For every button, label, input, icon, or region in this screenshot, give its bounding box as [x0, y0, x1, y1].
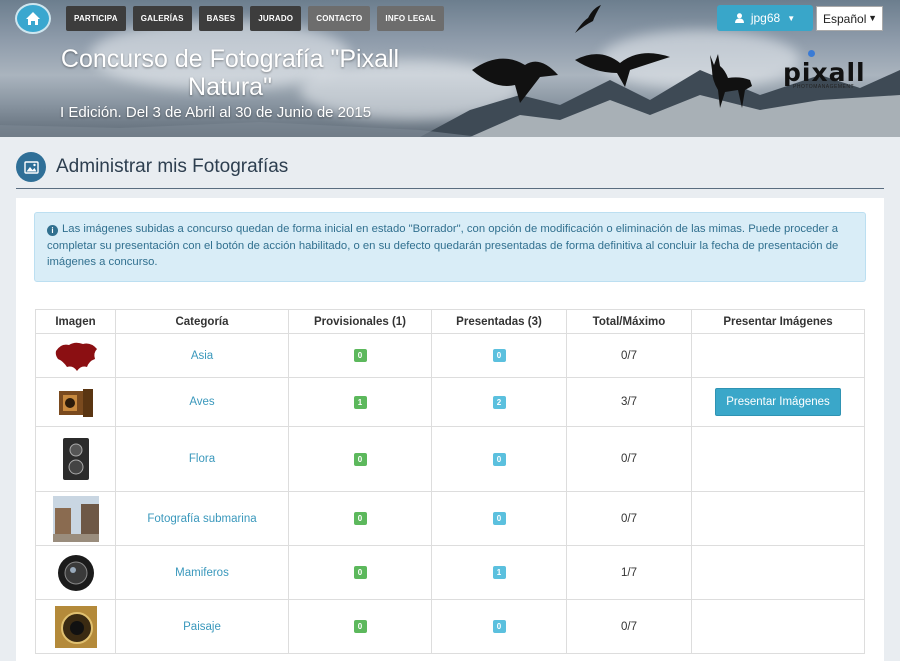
bird-silhouette-icon — [575, 53, 670, 87]
table-row: Flora 0 0 0/7 — [35, 426, 865, 492]
table-row: Fotografía submarina 0 0 0/7 — [35, 491, 865, 546]
action-cell — [691, 426, 865, 492]
page-title: Concurso de Fotografía "Pixall Natura" — [60, 45, 400, 101]
total-cell: 0/7 — [566, 333, 692, 378]
presented-badge: 0 — [492, 349, 506, 362]
category-link[interactable]: Fotografía submarina — [147, 513, 256, 525]
table-row: Aves 1 2 3/7 Presentar Imágenes — [35, 377, 865, 427]
brass-lens-thumbnail[interactable] — [53, 604, 99, 650]
table-header-row: Imagen Categoría Provisionales (1) Prese… — [35, 309, 865, 334]
divider — [16, 188, 884, 189]
home-button[interactable] — [15, 3, 51, 34]
flying-bird-icon — [575, 5, 601, 33]
home-icon — [26, 12, 40, 25]
col-provisionales: Provisionales (1) — [288, 309, 432, 334]
total-cell: 0/7 — [566, 426, 692, 492]
col-presentar: Presentar Imágenes — [691, 309, 865, 334]
provisional-badge: 0 — [353, 452, 367, 466]
col-imagen: Imagen — [35, 309, 116, 334]
total-cell: 1/7 — [566, 545, 692, 600]
nav-jurado[interactable]: JURADO — [250, 6, 302, 31]
table-row: Asia 0 0 0/7 — [35, 333, 865, 378]
nav-galerias[interactable]: GALERÍAS — [132, 6, 192, 31]
table-row: Paisaje 0 0 0/7 — [35, 599, 865, 654]
brand-tagline: PHOTOMANAGEMENT — [793, 84, 855, 90]
page-subtitle: I Edición. Del 3 de Abril al 30 de Junio… — [60, 104, 372, 121]
info-alert: i Las imágenes subidas a concurso quedan … — [34, 212, 866, 282]
category-link[interactable]: Aves — [189, 396, 214, 408]
deer-silhouette-icon — [710, 54, 752, 108]
total-cell: 3/7 — [566, 377, 692, 427]
presented-badge: 0 — [492, 620, 506, 633]
category-link[interactable]: Paisaje — [183, 621, 221, 633]
action-cell — [691, 491, 865, 546]
nav-bases[interactable]: BASES — [198, 6, 244, 31]
presented-badge: 0 — [492, 512, 506, 525]
provisional-badge: 0 — [353, 620, 367, 633]
language-value: Español — [823, 11, 867, 26]
caret-down-icon: ▼ — [787, 13, 796, 23]
presented-badge: 2 — [492, 395, 506, 409]
action-cell — [691, 333, 865, 378]
presented-badge: 1 — [492, 566, 506, 579]
action-cell — [691, 545, 865, 600]
info-icon: i — [47, 225, 58, 236]
photos-table: Imagen Categoría Provisionales (1) Prese… — [35, 309, 865, 654]
action-cell — [691, 599, 865, 654]
vintage-camera-thumbnail[interactable] — [53, 383, 99, 421]
street-photo-thumbnail[interactable] — [52, 495, 99, 542]
brand-logo: pixall — [783, 58, 866, 87]
lens-thumbnail[interactable] — [53, 550, 99, 596]
provisional-badge: 0 — [353, 566, 367, 579]
provisional-badge: 1 — [353, 395, 367, 409]
presented-badge: 0 — [492, 452, 506, 466]
username: jpg68 — [750, 11, 781, 25]
logo-dot — [808, 50, 815, 57]
col-categoria: Categoría — [115, 309, 289, 334]
category-link[interactable]: Flora — [189, 453, 215, 465]
table-row: Mamiferos 0 1 1/7 — [35, 545, 865, 600]
eagle-silhouette-icon — [472, 58, 558, 103]
language-select[interactable]: Español ▼ — [816, 6, 883, 31]
col-presentadas: Presentadas (3) — [431, 309, 567, 334]
nav-contacto[interactable]: CONTACTO — [308, 6, 371, 31]
col-total-maximo: Total/Máximo — [566, 309, 692, 334]
image-icon — [16, 152, 46, 182]
present-images-button[interactable]: Presentar Imágenes — [715, 388, 841, 416]
main-nav: PARTICIPA GALERÍAS BASES JURADO CONTACTO… — [66, 6, 444, 31]
total-cell: 0/7 — [566, 599, 692, 654]
category-link[interactable]: Mamiferos — [175, 567, 229, 579]
nav-participa[interactable]: PARTICIPA — [66, 6, 126, 31]
section-header: Administrar mis Fotografías — [16, 152, 288, 182]
provisional-badge: 0 — [353, 349, 367, 362]
user-menu-button[interactable]: jpg68 ▼ — [717, 5, 813, 31]
category-link[interactable]: Asia — [191, 350, 213, 362]
asia-map-thumbnail[interactable] — [53, 337, 99, 375]
nav-info-legal[interactable]: INFO LEGAL — [377, 6, 444, 31]
alert-text: Las imágenes subidas a concurso quedan d… — [47, 223, 839, 268]
user-icon — [734, 13, 744, 23]
dropdown-arrow-icon: ▼ — [868, 13, 877, 23]
twin-lens-camera-thumbnail[interactable] — [53, 434, 99, 484]
total-cell: 0/7 — [566, 491, 692, 546]
section-title: Administrar mis Fotografías — [56, 156, 289, 177]
content-panel: i Las imágenes subidas a concurso quedan … — [16, 198, 884, 661]
provisional-badge: 0 — [353, 512, 367, 525]
